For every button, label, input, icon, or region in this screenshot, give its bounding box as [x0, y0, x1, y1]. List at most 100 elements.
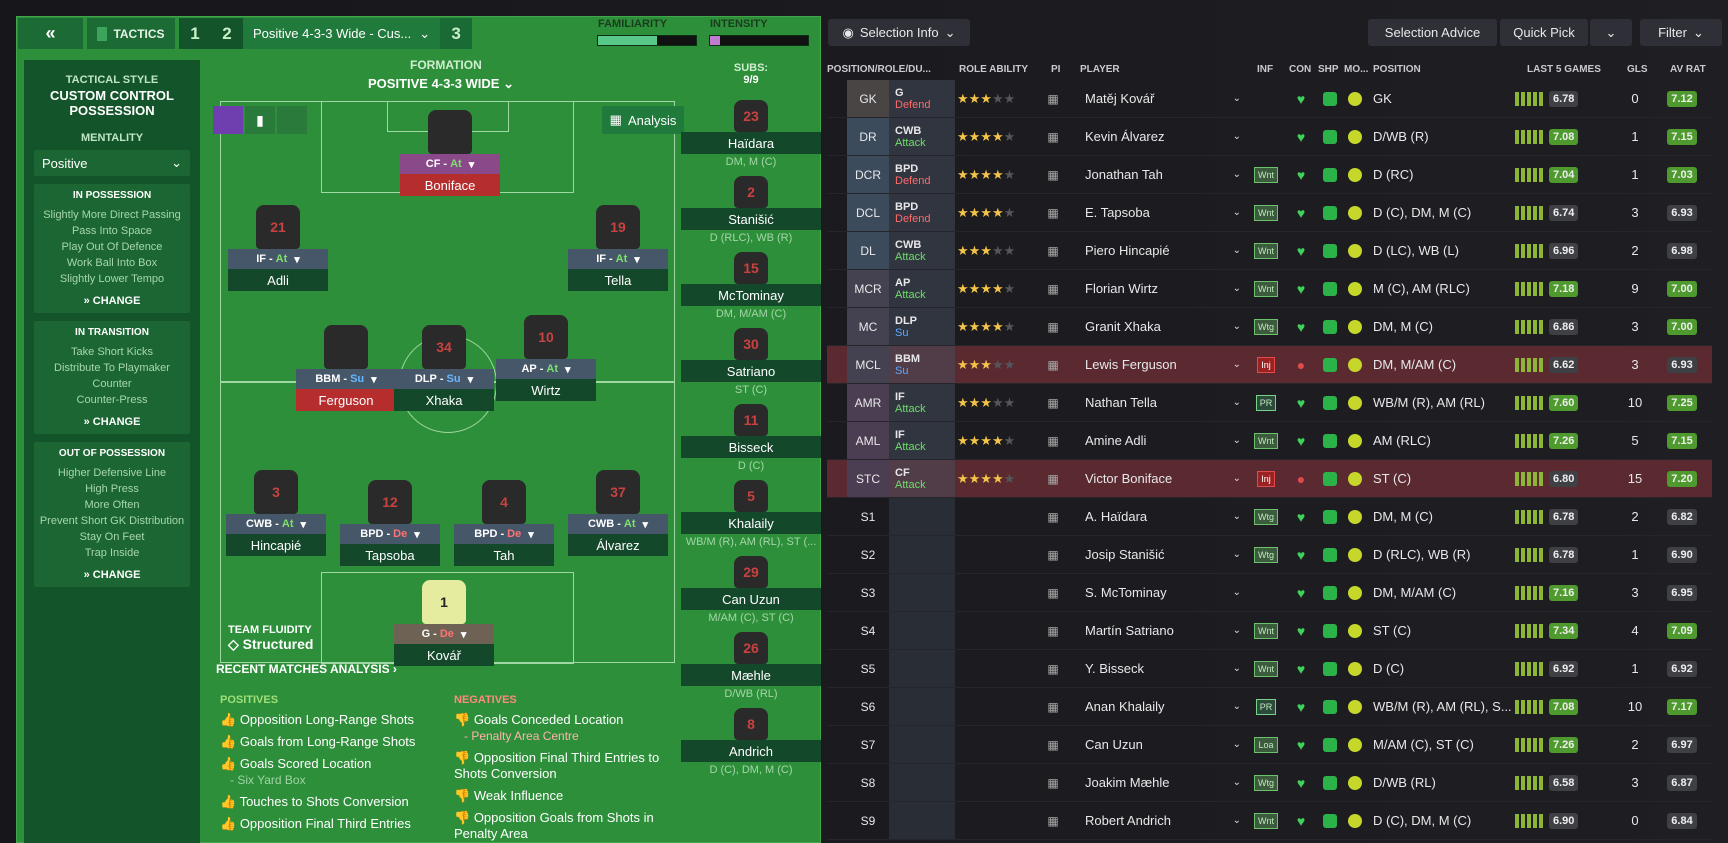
intensity-bar[interactable] — [709, 35, 809, 46]
mentality-select[interactable]: Positive ⌄ — [34, 150, 190, 176]
player-instructions-icon[interactable]: ▦ — [1039, 612, 1067, 649]
table-row[interactable]: DCR BPD Defend ★★★★ ★ ▦ Jonathan Tah ⌄ Wnt ♥ D (RC… — [827, 156, 1712, 194]
sub-name[interactable]: Andrich — [681, 740, 821, 762]
role-selector[interactable]: IF - At ▾ — [228, 249, 328, 269]
player-instructions-icon[interactable]: ▦ — [1039, 574, 1067, 611]
role-duty[interactable]: BBM Su — [889, 346, 955, 383]
table-row[interactable]: AMR IF Attack ★★★ ★ ★ ▦ Nathan Tella ⌄ PR ♥ WB/M (R… — [827, 384, 1712, 422]
table-row[interactable]: MCL BBM Su ★★★ ★ ★ ▦ Lewis Ferguson ⌄ Inj ● DM, M/A… — [827, 346, 1712, 384]
sub-player[interactable]: 23 Haïdara DM, M (C) — [681, 100, 821, 168]
role-duty[interactable]: IF Attack — [889, 422, 955, 459]
role-duty[interactable]: CWB Attack — [889, 118, 955, 155]
tab-3[interactable]: 3 — [440, 18, 473, 49]
change-button[interactable]: » CHANGE — [38, 569, 186, 581]
player-name[interactable]: Tah — [454, 544, 554, 566]
change-button[interactable]: » CHANGE — [38, 295, 186, 307]
role-duty[interactable]: AP Attack — [889, 270, 955, 307]
sub-name[interactable]: Satriano — [681, 360, 821, 382]
analysis-heading[interactable]: RECENT MATCHES ANALYSIS › — [216, 662, 676, 676]
table-row[interactable]: DL CWB Attack ★★★ ★ ★ ▦ Piero Hincapié ⌄ Wnt ♥ D (L… — [827, 232, 1712, 270]
pitch-player[interactable]: BBM - Su ▾ Ferguson — [296, 325, 396, 411]
player-name[interactable]: Wirtz — [496, 379, 596, 401]
player-name[interactable]: Xhaka — [394, 389, 494, 411]
col-position-role[interactable]: POSITION/ROLE/DU... — [827, 58, 955, 80]
player-name[interactable]: Martín Satriano ⌄ — [1085, 612, 1255, 649]
sub-player[interactable]: 2 Stanišić D (RLC), WB (R) — [681, 176, 821, 244]
sub-name[interactable]: Haïdara — [681, 132, 821, 154]
player-instructions-icon[interactable]: ▦ — [1039, 346, 1067, 383]
role-duty[interactable]: DLP Su — [889, 308, 955, 345]
tab-1[interactable]: 1 — [179, 18, 211, 49]
col-position[interactable]: POSITION — [1373, 58, 1433, 80]
player-name[interactable]: Florian Wirtz ⌄ — [1085, 270, 1255, 307]
pitch-player[interactable]: 10 AP - At ▾ Wirtz — [496, 315, 596, 401]
role-selector[interactable]: CWB - At ▾ — [226, 514, 326, 534]
quick-pick-button[interactable]: Quick Pick — [1500, 19, 1588, 46]
role-duty[interactable]: G Defend — [889, 80, 955, 117]
pitch-player[interactable]: 34 DLP - Su ▾ Xhaka — [394, 325, 494, 411]
player-instructions-icon[interactable]: ▦ — [1039, 460, 1067, 497]
player-name[interactable]: S. McTominay ⌄ — [1085, 574, 1255, 611]
analysis-button[interactable]: ▦ Analysis — [602, 106, 684, 134]
sub-name[interactable]: Khalaily — [681, 512, 821, 534]
role-selector[interactable]: CWB - At ▾ — [568, 514, 668, 534]
sub-name[interactable]: Mæhle — [681, 664, 821, 686]
player-instructions-icon[interactable]: ▦ — [1039, 536, 1067, 573]
player-name[interactable]: Jonathan Tah ⌄ — [1085, 156, 1255, 193]
sub-player[interactable]: 15 McTominay DM, M/AM (C) — [681, 252, 821, 320]
table-row[interactable]: STC CF Attack ★★★★ ★ ▦ Victor Boniface ⌄ Inj ● ST … — [827, 460, 1712, 498]
role-selector[interactable]: BBM - Su ▾ — [296, 369, 396, 389]
back-button[interactable]: « — [18, 18, 83, 49]
player-instructions-icon[interactable]: ▦ — [1039, 726, 1067, 763]
player-instructions-icon[interactable]: ▦ — [1039, 764, 1067, 801]
role-selector[interactable]: BPD - De ▾ — [340, 524, 440, 544]
change-button[interactable]: » CHANGE — [38, 416, 186, 428]
role-selector[interactable]: CF - At ▾ — [400, 154, 500, 174]
sub-player[interactable]: 26 Mæhle D/WB (RL) — [681, 632, 821, 700]
sub-name[interactable]: McTominay — [681, 284, 821, 306]
table-row[interactable]: S4 ▦ Martín Satriano ⌄ Wnt ♥ ST (C) 7.34 4 7.09 — [827, 612, 1712, 650]
role-duty[interactable]: IF Attack — [889, 384, 955, 421]
player-name[interactable]: Josip Stanišić ⌄ — [1085, 536, 1255, 573]
role-selector[interactable]: AP - At ▾ — [496, 359, 596, 379]
pitch-player[interactable]: 21 IF - At ▾ Adli — [228, 205, 328, 291]
player-name[interactable]: A. Haïdara ⌄ — [1085, 498, 1255, 535]
role-duty[interactable]: BPD Defend — [889, 194, 955, 231]
col-player[interactable]: PLAYER — [1080, 58, 1140, 80]
pitch-player[interactable]: 12 BPD - De ▾ Tapsoba — [340, 480, 440, 566]
table-row[interactable]: MC DLP Su ★★★★ ★ ▦ Granit Xhaka ⌄ Wtg ♥ DM, M (C) 6… — [827, 308, 1712, 346]
player-instructions-icon[interactable]: ▦ — [1039, 194, 1067, 231]
role-duty[interactable]: BPD Defend — [889, 156, 955, 193]
player-instructions-icon[interactable]: ▦ — [1039, 688, 1067, 725]
sub-player[interactable]: 29 Can Uzun M/AM (C), ST (C) — [681, 556, 821, 624]
list-view-button[interactable] — [277, 106, 307, 134]
table-row[interactable]: S2 ▦ Josip Stanišić ⌄ Wtg ♥ D (RLC), WB (R) 6.7… — [827, 536, 1712, 574]
sub-name[interactable]: Bisseck — [681, 436, 821, 458]
role-selector[interactable]: G - De ▾ — [394, 624, 494, 644]
pitch-player[interactable]: 19 IF - At ▾ Tella — [568, 205, 668, 291]
selection-advice-button[interactable]: Selection Advice — [1368, 19, 1497, 46]
player-instructions-icon[interactable]: ▦ — [1039, 118, 1067, 155]
col-mo[interactable]: MO... — [1344, 58, 1372, 80]
player-instructions-icon[interactable]: ▦ — [1039, 80, 1067, 117]
player-instructions-icon[interactable]: ▦ — [1039, 270, 1067, 307]
player-name[interactable]: Anan Khalaily ⌄ — [1085, 688, 1255, 725]
table-row[interactable]: S8 ▦ Joakim Mæhle ⌄ Wtg ♥ D/WB (RL) 6.58 3 6.87 — [827, 764, 1712, 802]
col-inf[interactable]: INF — [1257, 58, 1281, 80]
chart-view-button[interactable]: ▮ — [245, 106, 275, 134]
player-instructions-icon[interactable]: ▦ — [1039, 422, 1067, 459]
table-row[interactable]: S3 ▦ S. McTominay ⌄ ♥ DM, M/AM (C) 7.16 3 6.95 — [827, 574, 1712, 612]
col-role-ability[interactable]: ROLE ABILITY — [959, 58, 1031, 80]
table-row[interactable]: S6 ▦ Anan Khalaily ⌄ PR ♥ WB/M (R), AM (RL), S… — [827, 688, 1712, 726]
tactical-style-value[interactable]: CUSTOM CONTROL POSSESSION — [24, 88, 200, 118]
table-row[interactable]: MCR AP Attack ★★★★ ★ ▦ Florian Wirtz ⌄ Wnt ♥ M (C)… — [827, 270, 1712, 308]
player-name[interactable]: Piero Hincapié ⌄ — [1085, 232, 1255, 269]
col-goals[interactable]: GLS — [1627, 58, 1657, 80]
pitch-player[interactable]: CF - At ▾ Boniface — [400, 110, 500, 196]
col-pi[interactable]: PI — [1051, 58, 1071, 80]
role-duty[interactable]: CWB Attack — [889, 232, 955, 269]
role-selector[interactable]: DLP - Su ▾ — [394, 369, 494, 389]
table-row[interactable]: AML IF Attack ★★★★ ★ ▦ Amine Adli ⌄ Wnt ♥ AM (RLC)… — [827, 422, 1712, 460]
player-name[interactable]: Nathan Tella ⌄ — [1085, 384, 1255, 421]
player-name[interactable]: Tella — [568, 269, 668, 291]
